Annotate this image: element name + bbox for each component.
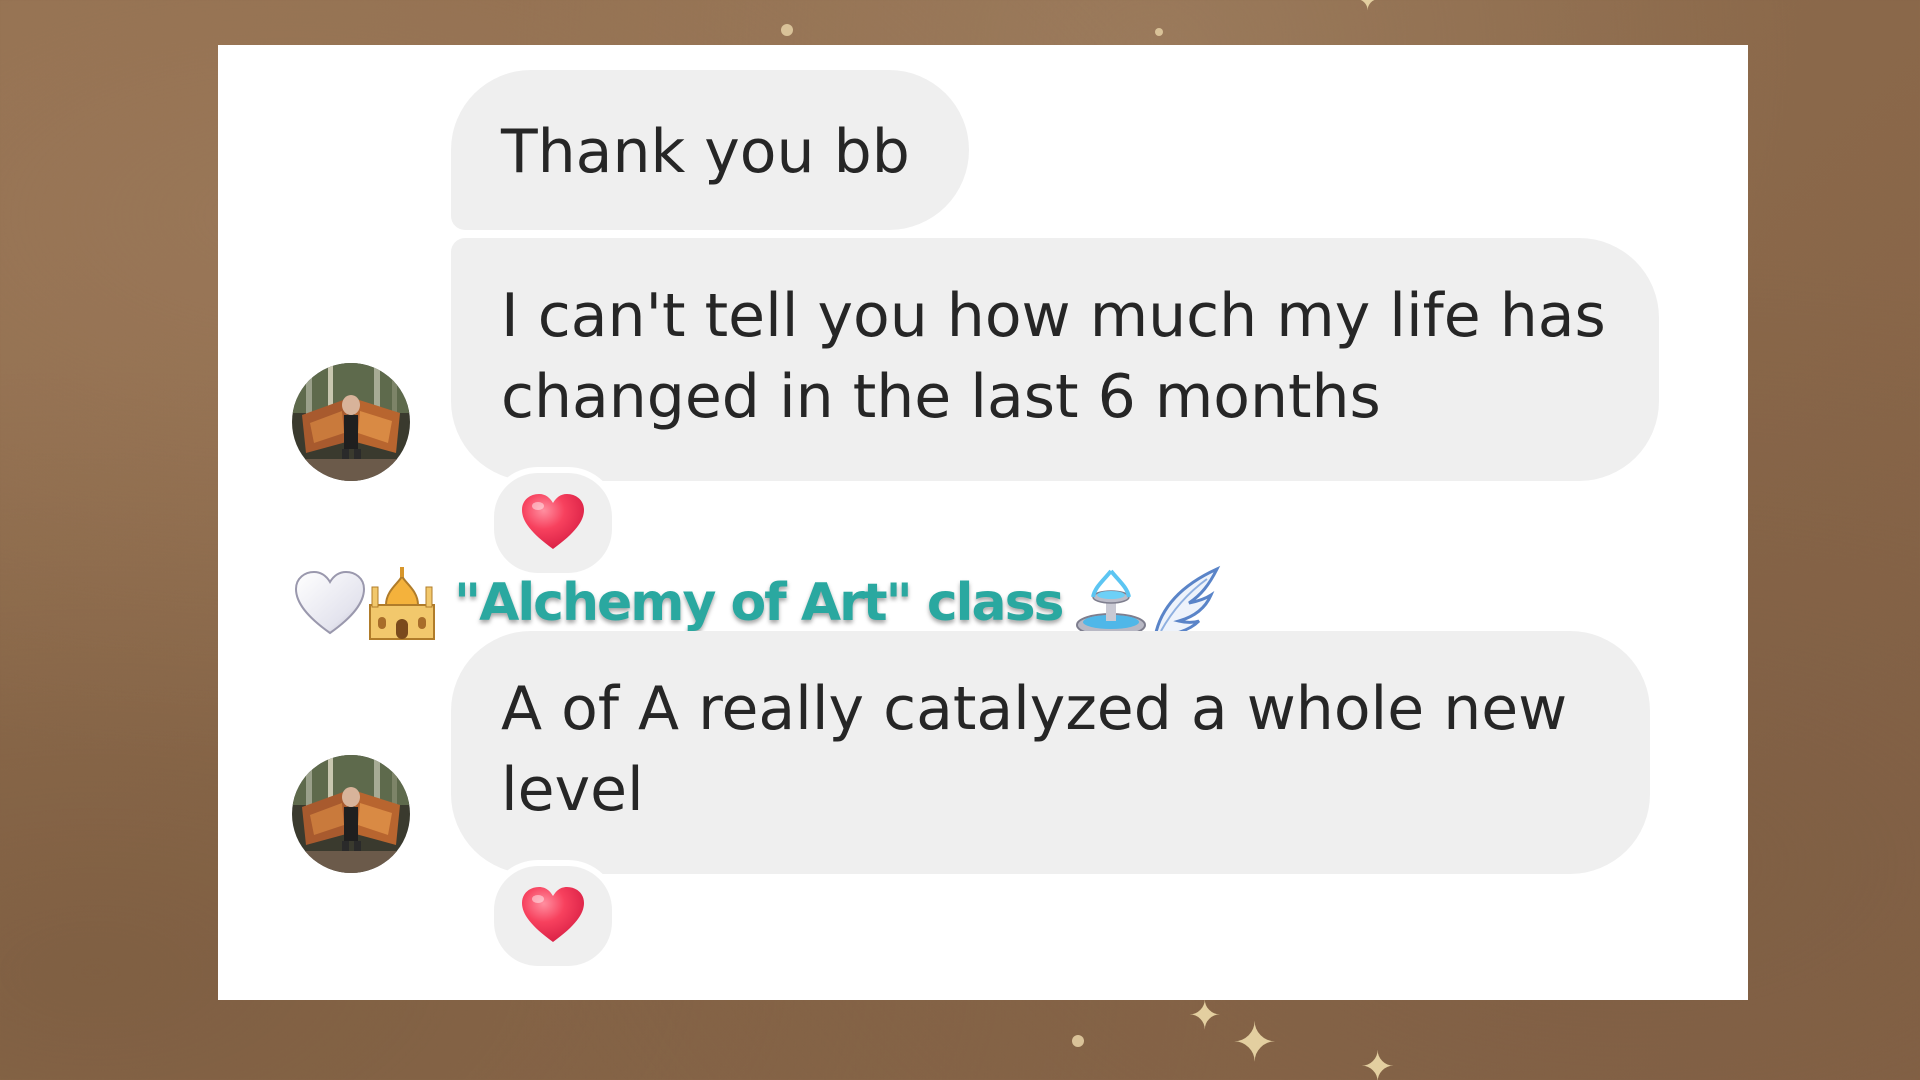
class-title: "Alchemy of Art" class [454,573,1064,633]
white-heart-icon [294,570,366,635]
sparkle-icon: ✦ [1355,0,1381,18]
message-reaction[interactable] [488,860,618,972]
avatar[interactable] [292,755,410,873]
mosque-icon [369,567,435,640]
sparkle-icon: ✦ [1188,993,1222,1039]
message-text-line: changed in the last 6 months [501,362,1381,432]
avatar[interactable] [292,363,410,481]
message-text-line: I can't tell you how much my life has [501,281,1606,351]
sparkle-icon: ✦ [1360,1042,1396,1080]
decor-dot [1072,1035,1084,1047]
message-bubble: Thank you bb [451,70,969,230]
message-bubble: A of A really catalyzed a whole new leve… [451,631,1650,874]
sparkle-icon: ✦ [1232,1011,1278,1074]
red-heart-icon [522,887,584,942]
message-text-line: A of A really catalyzed a whole new [501,674,1568,744]
decor-dot [781,24,793,36]
red-heart-icon [522,494,584,549]
fountain-icon [1075,569,1146,637]
chat-screenshot-card: Thank you bb I can't tell you how much m… [218,45,1748,1000]
decor-dot [1155,28,1163,36]
message-bubble: I can't tell you how much my life has ch… [451,238,1659,481]
wing-icon [1152,565,1220,639]
message-text-line: level [501,755,644,825]
message-text: Thank you bb [501,117,910,187]
